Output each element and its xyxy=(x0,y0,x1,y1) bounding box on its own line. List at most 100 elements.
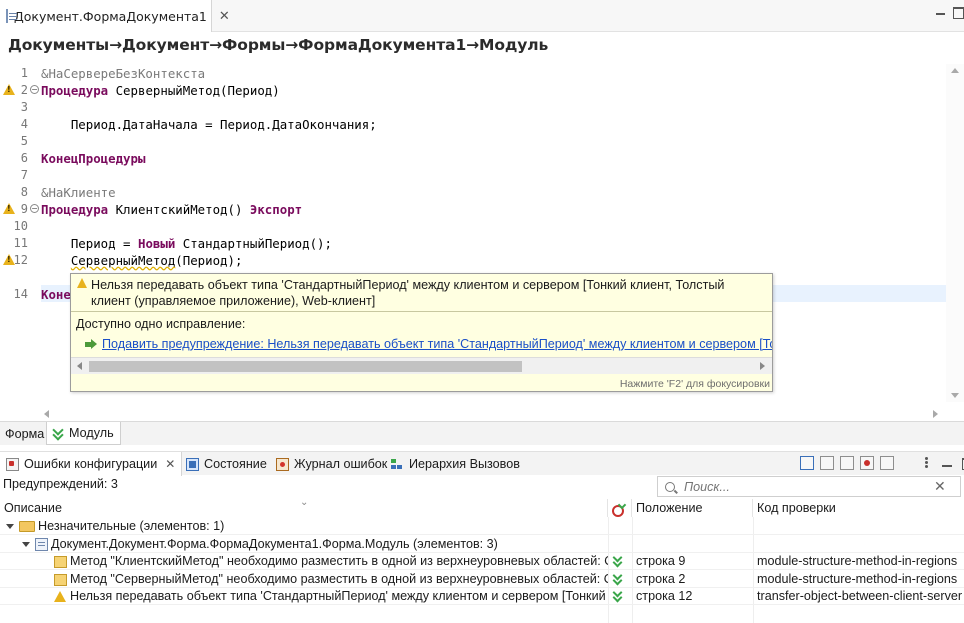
editor-tab-document-form[interactable]: Документ.ФормаДокумента1 ✕ xyxy=(0,0,230,32)
link-editor-icon[interactable] xyxy=(820,456,834,470)
tree-group-cell: Незначительные (элементов: 1) xyxy=(6,517,614,535)
line-number: 12 xyxy=(13,253,28,267)
sort-caret-icon: ⌄ xyxy=(300,497,309,508)
code-line: КонецПроцедуры xyxy=(41,150,145,167)
panel-tab-bar: Ошибки конфигурации ✕ Состояние Журнал о… xyxy=(0,451,964,476)
line-number: 14 xyxy=(13,287,28,301)
popup-horizontal-scrollbar[interactable] xyxy=(71,357,772,374)
scroll-left-icon[interactable] xyxy=(77,362,82,370)
scroll-up-icon[interactable] xyxy=(951,68,959,73)
maximize-icon[interactable] xyxy=(960,456,964,470)
editor-vertical-scrollbar[interactable] xyxy=(946,64,964,402)
editor-tab-bar: Документ.ФормаДокумента1 ✕ xyxy=(0,0,964,32)
minimize-icon[interactable] xyxy=(940,456,954,470)
scroll-right-icon[interactable] xyxy=(760,362,765,370)
clear-search-icon[interactable]: ✕ xyxy=(934,479,946,495)
gutter-line: 1 xyxy=(0,65,40,82)
problem-position: строка 9 xyxy=(636,554,686,568)
line-number: 7 xyxy=(20,168,28,182)
code-line: Процедура СерверныйМетод(Период) xyxy=(41,82,280,99)
gutter-line: 12 xyxy=(0,252,40,269)
quick-fix-link[interactable]: Подавить предупреждение: Нельзя передава… xyxy=(102,337,772,351)
popup-divider xyxy=(71,311,772,312)
tab-label: Иерархия Вызовов xyxy=(409,457,520,471)
editor-tab-title: Документ.ФормаДокумента1 xyxy=(14,8,207,24)
tab-form[interactable]: Форма xyxy=(0,422,49,445)
gutter-line: 4 xyxy=(0,116,40,133)
line-number: 1 xyxy=(20,66,28,80)
editor-horizontal-scrollbar[interactable] xyxy=(40,406,946,420)
minimize-icon[interactable] xyxy=(934,5,948,19)
tree-group-row[interactable]: Незначительные (элементов: 1) xyxy=(0,517,964,535)
code-line: &НаСервереБезКонтекста xyxy=(41,66,206,81)
search-field[interactable]: ✕ xyxy=(657,476,961,497)
code-warning-text[interactable]: СерверныйМетод xyxy=(71,253,175,268)
maximize-icon[interactable] xyxy=(951,5,964,19)
tree-module-cell: Документ.Документ.Форма.ФормаДокумента1.… xyxy=(22,535,630,553)
line-number: 8 xyxy=(20,185,28,199)
collapse-all-icon[interactable] xyxy=(800,456,814,470)
warning-marker-icon[interactable] xyxy=(3,84,15,95)
call-hierarchy-icon xyxy=(391,458,404,471)
tab-label: Ошибки конфигурации xyxy=(24,457,158,471)
folder-icon xyxy=(19,521,35,533)
state-icon xyxy=(186,457,199,471)
problem-description: Метод "СерверныйМетод" необходимо размес… xyxy=(54,570,608,588)
module-icon xyxy=(35,538,48,552)
code-line: Период = Новый СтандартныйПериод(); xyxy=(41,235,332,252)
column-header-position[interactable]: Положение xyxy=(632,499,753,517)
scroll-left-icon[interactable] xyxy=(44,410,49,418)
module-chevron-icon xyxy=(52,427,64,439)
problem-position: строка 2 xyxy=(636,572,686,586)
line-number: 9 xyxy=(20,202,28,216)
close-icon[interactable]: ✕ xyxy=(165,457,175,471)
line-number: 6 xyxy=(20,151,28,165)
table-row[interactable]: Нельзя передавать объект типа 'Стандартн… xyxy=(0,587,964,605)
table-row[interactable]: Метод "КлиентскийМетод" необходимо разме… xyxy=(0,552,964,570)
error-log-icon xyxy=(276,457,289,471)
fold-collapse-icon[interactable]: − xyxy=(30,85,39,94)
minor-issue-icon xyxy=(54,555,67,568)
table-row[interactable]: Метод "СерверныйМетод" необходимо размес… xyxy=(0,570,964,588)
tab-close-icon[interactable]: ✕ xyxy=(219,9,230,24)
tab-state[interactable]: Состояние xyxy=(186,452,267,476)
breadcrumb: Документы→Документ→Формы→ФормаДокумента1… xyxy=(8,36,549,54)
line-number: 11 xyxy=(13,236,28,250)
gutter-line: 8 xyxy=(0,184,40,201)
column-header-description[interactable]: Описание ⌄ xyxy=(0,497,608,517)
fold-collapse-icon[interactable]: − xyxy=(30,204,39,213)
line-number: 4 xyxy=(20,117,28,131)
code-line: &НаКлиенте xyxy=(41,185,116,200)
scroll-down-icon[interactable] xyxy=(951,393,959,398)
tab-module[interactable]: Модуль xyxy=(46,422,121,445)
expand-caret-icon[interactable] xyxy=(6,524,14,530)
problem-text: Нельзя передавать объект типа 'Стандартн… xyxy=(70,589,608,603)
tab-label: Журнал ошибок xyxy=(294,457,388,471)
popup-scroll-thumb[interactable] xyxy=(89,361,522,372)
tree-module-row[interactable]: Документ.Документ.Форма.ФормаДокумента1.… xyxy=(0,535,964,553)
gutter-line: 6 xyxy=(0,150,40,167)
quick-fix-item[interactable]: Подавить предупреждение: Нельзя передава… xyxy=(85,337,772,351)
table-header: Описание ⌄ Положение Код проверки xyxy=(0,497,964,517)
filter-icon[interactable] xyxy=(840,456,854,470)
popup-fix-count: Доступно одно исправление: xyxy=(76,317,246,331)
line-number: 3 xyxy=(20,100,28,114)
tab-error-log[interactable]: Журнал ошибок xyxy=(276,452,387,476)
search-input[interactable] xyxy=(682,478,922,495)
scroll-right-icon[interactable] xyxy=(933,410,938,418)
code-keyword: Процедура xyxy=(41,83,109,98)
clear-icon[interactable] xyxy=(900,456,914,470)
tab-call-hierarchy[interactable]: Иерархия Вызовов xyxy=(391,452,520,476)
view-menu-icon[interactable] xyxy=(920,456,934,470)
search-problems-icon[interactable] xyxy=(880,456,894,470)
code-keyword: Процедура xyxy=(41,202,109,217)
column-header-check-code[interactable]: Код проверки xyxy=(753,499,964,517)
show-errors-icon[interactable] xyxy=(860,456,874,470)
gutter-line: 5 xyxy=(0,133,40,150)
expand-caret-icon[interactable] xyxy=(22,542,30,548)
tab-configuration-errors[interactable]: Ошибки конфигурации ✕ xyxy=(0,452,183,476)
warning-marker-icon[interactable] xyxy=(3,203,15,214)
code-keyword: Новый xyxy=(137,236,176,251)
status-chevron-icon xyxy=(612,555,624,567)
